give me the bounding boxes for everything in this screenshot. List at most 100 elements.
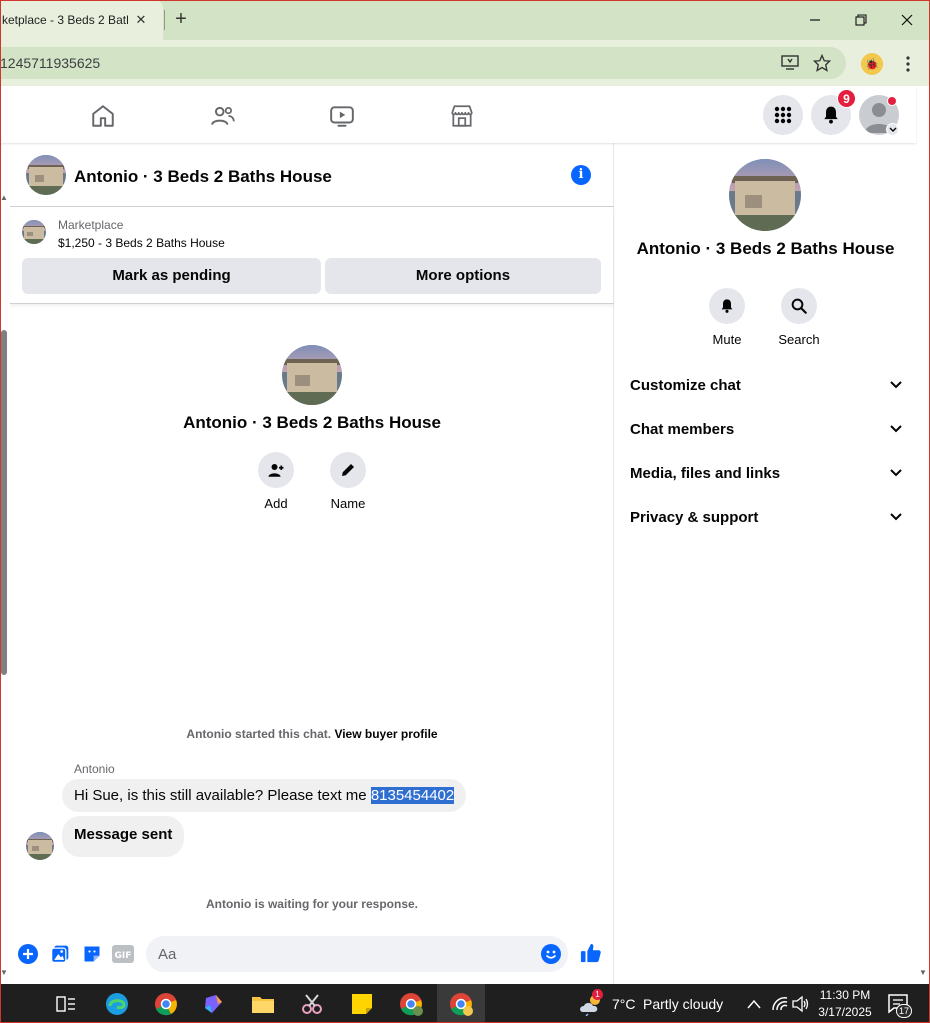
- left-scrollbar-thumb[interactable]: [1, 330, 7, 675]
- home-icon[interactable]: [89, 102, 117, 130]
- message-sent-bubble[interactable]: Message sent: [62, 816, 185, 857]
- media-files-links-label: Media, files and links: [630, 464, 781, 482]
- left-scroll-down-icon[interactable]: ▼: [0, 968, 8, 977]
- clock-date[interactable]: 3/17/2025: [812, 1005, 878, 1019]
- page-scroll-down-icon[interactable]: ▼: [919, 968, 927, 977]
- chevron-down-icon: [890, 469, 902, 477]
- search-chat-button[interactable]: Search: [769, 288, 829, 347]
- marketplace-label: Marketplace: [58, 218, 124, 232]
- notification-badge: 9: [837, 89, 856, 108]
- listing-thumbnail[interactable]: [22, 220, 46, 244]
- message-composer: GIF: [10, 933, 614, 977]
- sticky-notes-icon[interactable]: [348, 990, 376, 1018]
- weather-description[interactable]: Partly cloudy: [643, 996, 723, 1012]
- info-icon[interactable]: i: [571, 165, 591, 185]
- mute-bell-icon: [709, 288, 745, 324]
- chevron-down-icon: [890, 381, 902, 389]
- add-label: Add: [264, 496, 288, 511]
- plus-circle-icon[interactable]: [17, 943, 39, 965]
- gif-icon[interactable]: GIF: [112, 943, 134, 965]
- left-scroll-up-icon[interactable]: ▲: [0, 193, 8, 202]
- tab-close-icon[interactable]: ✕: [133, 12, 149, 28]
- chat-header: Antonio · 3 Beds 2 Baths House i: [10, 143, 614, 207]
- chat-started-notice: Antonio started this chat. View buyer pr…: [10, 727, 614, 741]
- customize-chat-label: Customize chat: [630, 376, 741, 394]
- new-tab-icon[interactable]: +: [171, 9, 191, 30]
- address-bar[interactable]: 1245711935625: [0, 47, 846, 79]
- menu-grid-icon[interactable]: [763, 95, 803, 135]
- mute-label: Mute: [712, 332, 742, 347]
- sender-avatar[interactable]: [26, 832, 54, 860]
- tray-chevron-up-icon[interactable]: [740, 990, 768, 1018]
- sender-name: Antonio: [74, 762, 115, 776]
- file-explorer-icon[interactable]: [249, 990, 277, 1018]
- info-panel-avatar[interactable]: [729, 159, 801, 231]
- browser-tab[interactable]: ketplace - 3 Beds 2 Baths House ✕: [0, 0, 163, 40]
- minimize-icon[interactable]: [803, 9, 827, 31]
- listing-title[interactable]: $1,250 - 3 Beds 2 Baths House: [58, 236, 225, 250]
- extension-icon[interactable]: 🐞: [861, 53, 883, 75]
- snipping-tool-icon[interactable]: [298, 990, 326, 1018]
- chat-members-row[interactable]: Chat members: [630, 417, 902, 441]
- page-scrollbar[interactable]: ▼: [916, 143, 930, 984]
- privacy-support-row[interactable]: Privacy & support: [630, 505, 902, 529]
- task-view-icon[interactable]: [52, 990, 80, 1018]
- message-text: Hi Sue, is this still available? Please …: [74, 787, 371, 804]
- chat-profile-avatar[interactable]: [282, 345, 342, 405]
- chevron-down-icon: [890, 513, 902, 521]
- info-panel-title: Antonio · 3 Beds 2 Baths House: [636, 239, 895, 258]
- chat-profile-title: Antonio · 3 Beds 2 Baths House: [183, 413, 441, 432]
- search-icon: [781, 288, 817, 324]
- notification-count-badge: 17: [896, 1004, 912, 1018]
- message-input[interactable]: [146, 936, 568, 972]
- media-files-links-row[interactable]: Media, files and links: [630, 461, 902, 485]
- weather-cloud-icon[interactable]: 1: [578, 989, 606, 1018]
- mark-as-pending-button[interactable]: Mark as pending: [22, 258, 321, 294]
- clock-time[interactable]: 11:30 PM: [812, 988, 878, 1002]
- sticker-icon[interactable]: [81, 943, 103, 965]
- message-phone-selected[interactable]: 8135454402: [370, 787, 455, 804]
- copilot-icon[interactable]: [200, 990, 228, 1018]
- marketplace-icon[interactable]: [448, 102, 476, 130]
- add-person-button[interactable]: Add: [246, 452, 306, 511]
- browser-menu-icon[interactable]: [898, 52, 918, 76]
- chat-avatar[interactable]: [26, 155, 66, 195]
- restore-icon[interactable]: [849, 9, 873, 31]
- account-alert-dot: [887, 96, 897, 106]
- bookmark-star-icon[interactable]: [812, 54, 832, 72]
- chat-started-text: Antonio started this chat.: [186, 727, 332, 741]
- emoji-icon[interactable]: [540, 943, 562, 965]
- customize-chat-row[interactable]: Customize chat: [630, 373, 902, 397]
- search-label: Search: [778, 332, 820, 347]
- edit-name-button[interactable]: Name: [318, 452, 378, 511]
- facebook-top-nav: [0, 86, 916, 143]
- friends-icon[interactable]: [209, 102, 237, 130]
- chrome-icon[interactable]: [152, 990, 180, 1018]
- close-window-icon[interactable]: [895, 9, 919, 31]
- url-text[interactable]: 1245711935625: [0, 55, 100, 71]
- privacy-support-label: Privacy & support: [630, 508, 759, 526]
- chrome-active-icon[interactable]: [447, 990, 475, 1018]
- chrome-profile-icon[interactable]: [397, 990, 425, 1018]
- marketplace-listing-box: Marketplace $1,250 - 3 Beds 2 Baths Hous…: [10, 208, 614, 304]
- browser-toolbar: 1245711935625 🐞: [0, 40, 930, 86]
- incoming-message-bubble[interactable]: Hi Sue, is this still available? Please …: [62, 779, 467, 812]
- chat-members-label: Chat members: [630, 420, 735, 438]
- chat-title[interactable]: Antonio · 3 Beds 2 Baths House: [74, 167, 332, 187]
- windows-taskbar: 1 7°C Partly cloudy 11:30 PM 3/17/2025 1…: [0, 984, 930, 1023]
- svg-text:GIF: GIF: [115, 951, 132, 961]
- volume-icon[interactable]: [787, 990, 815, 1018]
- install-app-icon[interactable]: [780, 54, 800, 72]
- video-icon[interactable]: [328, 102, 356, 130]
- waiting-response-notice: Antonio is waiting for your response.: [205, 897, 418, 911]
- more-options-button[interactable]: More options: [325, 258, 601, 294]
- photo-icon[interactable]: [49, 943, 71, 965]
- notification-center-icon[interactable]: 17: [885, 990, 913, 1018]
- edge-browser-icon[interactable]: [103, 990, 131, 1018]
- browser-tabstrip: ketplace - 3 Beds 2 Baths House ✕ +: [0, 0, 930, 40]
- thumbs-up-icon[interactable]: [579, 941, 603, 965]
- weather-temperature[interactable]: 7°C: [612, 996, 636, 1012]
- view-buyer-profile-link[interactable]: View buyer profile: [334, 727, 437, 741]
- mute-button[interactable]: Mute: [697, 288, 757, 347]
- account-chevron-icon[interactable]: [886, 123, 899, 136]
